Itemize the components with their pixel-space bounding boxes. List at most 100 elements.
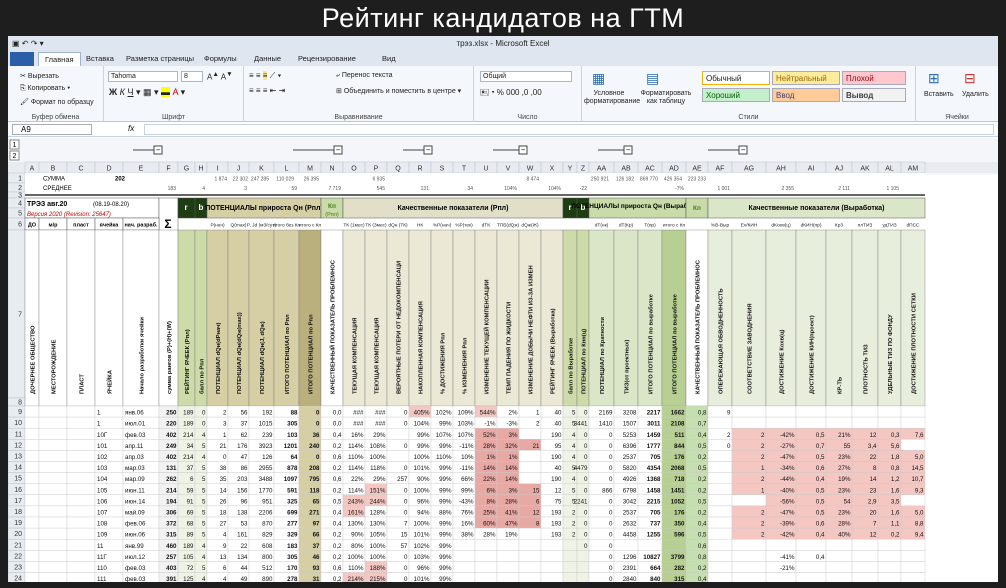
table-cell[interactable] (576, 572, 590, 583)
table-cell[interactable] (562, 561, 578, 573)
table-cell[interactable] (731, 539, 767, 551)
table-cell[interactable] (66, 550, 96, 562)
table-cell[interactable] (66, 461, 96, 473)
table-cell[interactable] (24, 550, 40, 562)
table-cell[interactable] (38, 472, 68, 484)
table-cell[interactable] (474, 550, 498, 562)
table-cell[interactable] (24, 483, 40, 496)
style-good[interactable]: Хороший (702, 88, 770, 102)
tab-2[interactable]: Вставка (80, 52, 120, 66)
table-cell[interactable] (496, 550, 520, 562)
table-cell[interactable] (452, 539, 476, 551)
table-cell[interactable] (707, 539, 733, 551)
table-cell[interactable] (731, 561, 767, 573)
table-cell[interactable] (540, 561, 564, 573)
table-cell[interactable] (851, 416, 879, 429)
table-cell[interactable] (66, 483, 96, 496)
font-size-select[interactable]: 8 (181, 71, 203, 82)
table-cell[interactable] (707, 483, 733, 496)
table-cell[interactable] (66, 450, 96, 462)
table-cell[interactable] (38, 505, 68, 518)
table-cell[interactable] (877, 561, 902, 573)
table-cell[interactable] (474, 572, 498, 583)
table-cell[interactable] (731, 416, 767, 429)
table-cell[interactable] (825, 550, 853, 562)
horizontal-align-buttons[interactable]: ≡ ≡ ≡ ⇤ ⇥ (249, 86, 285, 95)
table-cell[interactable] (24, 494, 40, 507)
table-cell[interactable] (518, 550, 542, 562)
table-cell[interactable] (496, 539, 520, 551)
cut-button[interactable]: ✂ Вырезать (20, 72, 59, 80)
table-cell[interactable] (518, 561, 542, 573)
row-header[interactable] (8, 405, 26, 418)
table-cell[interactable] (474, 539, 498, 551)
table-cell[interactable] (825, 561, 853, 573)
table-cell[interactable] (707, 450, 733, 462)
tab-4[interactable]: Формулы (198, 52, 243, 66)
style-output[interactable]: Вывод (842, 88, 906, 102)
table-cell[interactable] (900, 550, 926, 562)
table-cell[interactable] (24, 428, 40, 440)
table-cell[interactable] (825, 539, 853, 551)
table-cell[interactable] (795, 572, 827, 583)
table-cell[interactable] (765, 539, 797, 551)
spreadsheet-grid[interactable]: 1 2− − − − − − A B C D E F G H I J K L M N O P Q R S T U V W X Y Z AA AB AC… (8, 138, 998, 582)
style-input[interactable]: Ввод (772, 88, 840, 102)
table-cell[interactable] (24, 416, 40, 429)
row-header[interactable] (8, 207, 26, 219)
table-cell[interactable] (38, 450, 68, 462)
table-cell[interactable] (452, 561, 476, 573)
vertical-align-buttons[interactable]: ≡ ≡ ≡ ⟋ ▾ (249, 71, 281, 81)
table-cell[interactable] (518, 428, 542, 440)
style-normal[interactable]: Обычный (702, 71, 770, 85)
table-cell[interactable] (661, 539, 687, 551)
table-cell[interactable] (900, 539, 926, 551)
font-name-select[interactable]: Tahoma (108, 71, 178, 82)
tab-7[interactable]: Вид (376, 52, 402, 66)
table-cell[interactable] (851, 539, 879, 551)
name-box[interactable]: A9 (12, 124, 92, 135)
table-cell[interactable] (731, 494, 767, 507)
style-bad[interactable]: Плохой (842, 71, 906, 85)
table-cell[interactable] (24, 450, 40, 462)
table-cell[interactable] (576, 550, 590, 562)
font-grow-shrink-buttons[interactable]: A▲ A▼ (207, 71, 233, 82)
table-cell[interactable] (900, 572, 926, 583)
table-cell[interactable] (66, 472, 96, 484)
table-cell[interactable] (731, 405, 767, 418)
table-cell[interactable] (24, 561, 40, 573)
table-cell[interactable] (24, 439, 40, 451)
table-cell[interactable] (707, 472, 733, 484)
table-cell[interactable] (707, 527, 733, 540)
table-cell[interactable] (38, 539, 68, 551)
table-cell[interactable] (707, 416, 733, 429)
table-cell[interactable] (38, 416, 68, 429)
table-cell[interactable] (38, 405, 68, 418)
number-format-buttons[interactable]: 🖭 ▾ % 000 ,0 ,00 (480, 87, 542, 101)
table-cell[interactable] (795, 561, 827, 573)
merge-center-button[interactable]: ⊞ Объединить и поместить в центре ▾ (336, 87, 461, 95)
table-cell[interactable] (24, 472, 40, 484)
copy-button[interactable]: ⎘ Копировать ▾ (20, 85, 70, 93)
conditional-format-button[interactable]: Условное форматирование (584, 90, 640, 106)
table-cell[interactable] (38, 516, 68, 529)
table-cell[interactable] (24, 527, 40, 540)
delete-cells-button[interactable]: Удалить (962, 91, 989, 98)
table-cell[interactable] (518, 461, 542, 473)
table-cell[interactable] (825, 405, 853, 418)
table-cell[interactable] (562, 572, 578, 583)
table-cell[interactable] (38, 527, 68, 540)
table-cell[interactable] (877, 405, 902, 418)
table-cell[interactable] (38, 572, 68, 583)
table-cell[interactable] (707, 494, 733, 507)
style-neutral[interactable]: Нейтральный (772, 71, 840, 85)
table-cell[interactable] (66, 539, 96, 551)
table-cell[interactable] (613, 539, 639, 551)
table-cell[interactable] (518, 450, 542, 462)
table-cell[interactable] (707, 550, 733, 562)
row-header[interactable] (8, 191, 26, 199)
table-cell[interactable] (851, 405, 879, 418)
formula-input[interactable] (144, 124, 994, 135)
table-cell[interactable] (576, 561, 590, 573)
table-cell[interactable] (637, 539, 663, 551)
